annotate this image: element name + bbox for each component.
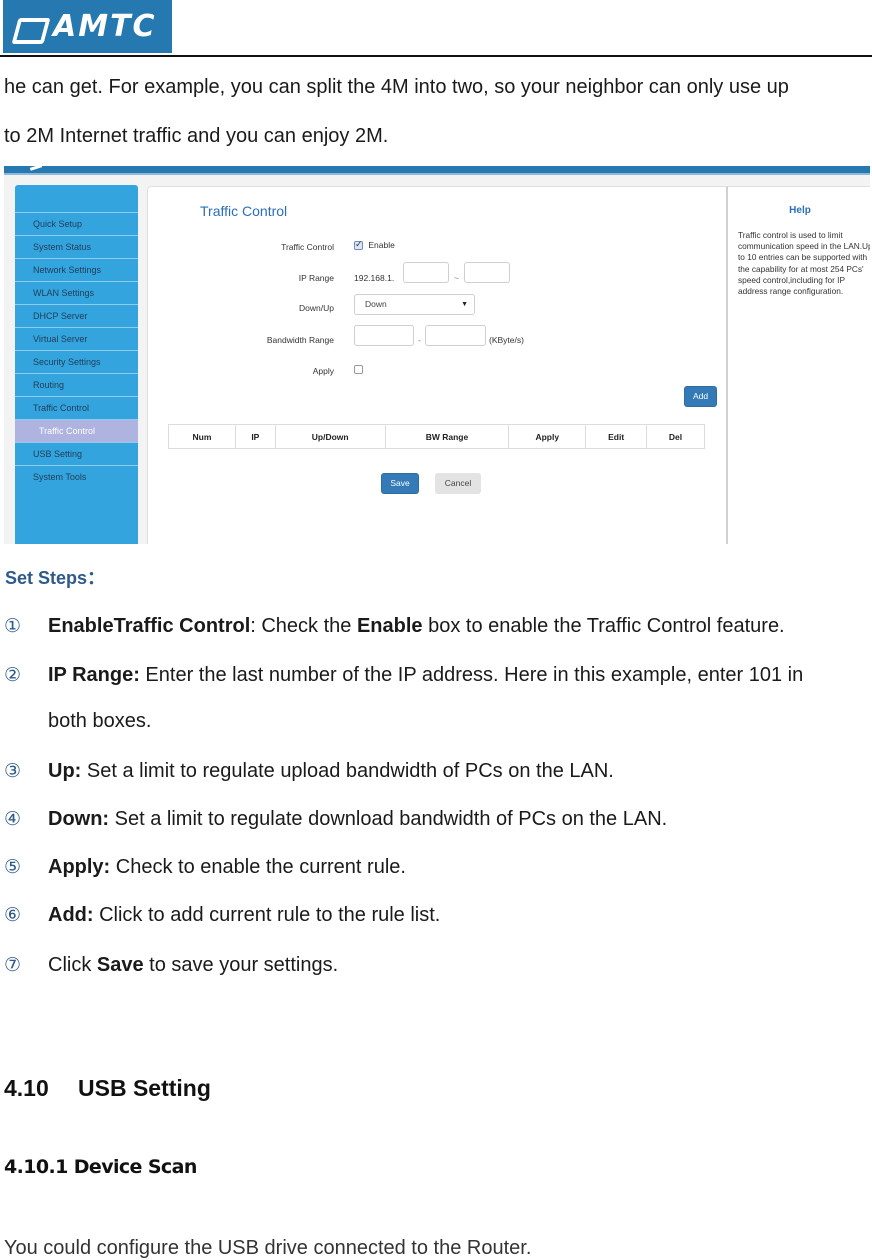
sidebar-item-virtual-server[interactable]: Virtual Server <box>15 328 138 351</box>
down-up-selected-value: Down <box>365 299 387 309</box>
section-heading: 4.10 USB Setting <box>4 1075 211 1102</box>
dropdown-caret-icon: ▼ <box>461 301 468 308</box>
logo-text: AMTC <box>53 9 157 44</box>
ip-range-label: IP Range <box>298 273 334 283</box>
router-sidebar: Quick Setup System Status Network Settin… <box>15 185 138 544</box>
enable-label: Enable <box>368 240 395 250</box>
step-text: Click <box>48 954 97 976</box>
router-top-bar <box>4 166 870 175</box>
intro-line-1: he can get. For example, you can split t… <box>4 76 789 98</box>
section-number: 4.10 <box>4 1075 49 1101</box>
router-ui-screenshot: Quick Setup System Status Network Settin… <box>4 166 870 544</box>
step-term: Enable <box>356 615 423 637</box>
top-bar-decoration <box>29 166 43 171</box>
ip-start-input[interactable] <box>403 262 449 283</box>
step-4: ④ Down: Set a limit to regulate download … <box>4 808 667 831</box>
column-num: Num <box>168 424 236 449</box>
ip-range-separator: ~ <box>454 273 459 283</box>
column-ip: IP <box>234 424 276 449</box>
down-up-label: Down/Up <box>299 303 334 313</box>
enable-checkbox[interactable] <box>354 239 363 251</box>
sidebar-item-wlan-settings[interactable]: WLAN Settings <box>15 282 138 305</box>
step-number: ⑤ <box>4 856 22 878</box>
step-number: ⑦ <box>4 954 22 976</box>
step-text: Check to enable the current rule. <box>110 856 406 878</box>
bandwidth-max-input[interactable] <box>425 325 486 346</box>
step-7: ⑦ Click Save to save your settings. <box>4 954 338 977</box>
help-title: Help <box>789 205 811 216</box>
rule-table: Num IP Up/Down BW Range Apply Edit Del <box>168 424 705 449</box>
cancel-button[interactable]: Cancel <box>435 473 481 494</box>
bandwidth-separator: - <box>418 335 421 345</box>
step-text: Click to add current rule to the rule li… <box>93 904 441 926</box>
intro-line-2: to 2M Internet traffic and you can enjoy… <box>4 125 389 147</box>
add-button[interactable]: Add <box>684 386 717 407</box>
set-steps-title: Set Steps： <box>5 568 106 588</box>
ip-prefix: 192.168.1. <box>354 273 395 283</box>
down-up-select[interactable]: Down ▼ <box>354 294 475 315</box>
step-2: ② IP Range: Enter the last number of the … <box>4 664 803 687</box>
bandwidth-min-input[interactable] <box>354 325 414 346</box>
step-term: EnableTraffic Control <box>48 615 251 637</box>
step-2-continuation: both boxes. <box>48 710 152 732</box>
step-term: Apply: <box>48 856 111 878</box>
bandwidth-range-label: Bandwidth Range <box>266 335 334 345</box>
step-text: : Check the <box>250 615 357 637</box>
step-text: Set a limit to regulate download bandwid… <box>109 808 668 830</box>
step-text: Enter the last number of the IP address.… <box>139 664 804 686</box>
apply-label: Apply <box>312 366 334 376</box>
rule-table-header: Num IP Up/Down BW Range Apply Edit Del <box>168 424 705 449</box>
sidebar-item-network-settings[interactable]: Network Settings <box>15 259 138 282</box>
column-bw-range: BW Range <box>384 424 510 449</box>
traffic-control-panel: Traffic Control Traffic Control Enable I… <box>147 186 727 544</box>
step-term: Add: <box>48 904 94 926</box>
sidebar-item-system-status[interactable]: System Status <box>15 236 138 259</box>
page-title: Traffic Control <box>200 203 288 219</box>
step-number: ③ <box>4 760 22 782</box>
bandwidth-unit: (KByte/s) <box>489 335 524 345</box>
step-5: ⑤ Apply: Check to enable the current rule… <box>4 856 406 879</box>
help-panel: Help Traffic control is used to limit co… <box>726 186 870 544</box>
sidebar-item-traffic-control[interactable]: Traffic Control <box>15 397 138 420</box>
sidebar-item-routing[interactable]: Routing <box>15 374 138 397</box>
sidebar-item-usb-setting[interactable]: USB Setting <box>15 443 138 466</box>
step-text: to save your settings. <box>143 954 339 976</box>
step-6: ⑥ Add: Click to add current rule to the r… <box>4 904 440 927</box>
column-apply: Apply <box>508 424 587 449</box>
apply-checkbox[interactable] <box>354 365 363 375</box>
step-term: Save <box>96 954 144 976</box>
section-title: USB Setting <box>78 1075 211 1101</box>
step-number: ① <box>4 615 22 637</box>
section-body: You could configure the USB drive connec… <box>4 1237 532 1259</box>
sidebar-item-security-settings[interactable]: Security Settings <box>15 351 138 374</box>
step-term: Down: <box>48 808 110 830</box>
sidebar-header <box>15 185 138 213</box>
step-term: IP Range: <box>48 664 140 686</box>
save-button[interactable]: Save <box>381 473 419 494</box>
sidebar-item-dhcp-server[interactable]: DHCP Server <box>15 305 138 328</box>
amtc-logo-icon <box>13 13 47 41</box>
step-1: ① EnableTraffic Control: Check the Enable… <box>4 615 785 638</box>
help-text: Traffic control is used to limit communi… <box>738 230 870 297</box>
header-divider <box>0 55 872 57</box>
step-text: Set a limit to regulate upload bandwidth… <box>81 760 614 782</box>
step-number: ⑥ <box>4 904 22 926</box>
step-3: ③ Up: Set a limit to regulate upload band… <box>4 760 614 783</box>
step-term: Up: <box>48 760 82 782</box>
step-text: box to enable the Traffic Control featur… <box>422 615 785 637</box>
column-up-down: Up/Down <box>274 424 386 449</box>
sidebar-item-quick-setup[interactable]: Quick Setup <box>15 213 138 236</box>
traffic-control-label: Traffic Control <box>281 242 334 252</box>
ip-end-input[interactable] <box>464 262 510 283</box>
subsection-heading: 4.10.1 Device Scan <box>4 1156 197 1178</box>
step-number: ④ <box>4 808 22 830</box>
column-del: Del <box>646 424 705 449</box>
amtc-logo: AMTC <box>3 0 172 53</box>
sidebar-subitem-traffic-control[interactable]: Traffic Control <box>15 420 138 443</box>
column-edit: Edit <box>585 424 648 449</box>
step-number: ② <box>4 664 22 686</box>
sidebar-item-system-tools[interactable]: System Tools <box>15 466 138 489</box>
